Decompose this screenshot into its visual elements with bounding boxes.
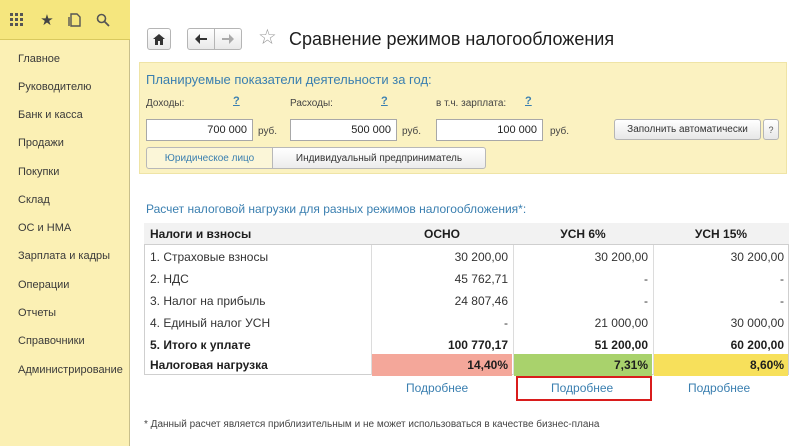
cell-usn15: -	[780, 294, 784, 308]
sidebar-item-bank[interactable]: Банк и касса	[18, 109, 83, 121]
sidebar-item-assets[interactable]: ОС и НМА	[18, 222, 71, 234]
cell-osno: 30 200,00	[454, 250, 508, 264]
grid-icon[interactable]	[7, 10, 27, 30]
table-row: 1. Страховые взносы 30 200,00 30 200,00 …	[144, 246, 789, 268]
highlight-box	[516, 376, 652, 401]
star-icon[interactable]: ★	[37, 10, 57, 30]
sidebar-item-directories[interactable]: Справочники	[18, 335, 85, 347]
cell-osno: 100 770,17	[447, 338, 508, 352]
expenses-label: Расходы:	[290, 98, 333, 109]
table-row: 4. Единый налог УСН - 21 000,00 30 000,0…	[144, 312, 789, 334]
expenses-unit: руб.	[402, 126, 422, 137]
search-icon[interactable]	[93, 10, 113, 30]
expenses-help-link[interactable]: ?	[381, 95, 388, 107]
back-button[interactable]	[187, 28, 215, 50]
income-help-link[interactable]: ?	[233, 95, 240, 107]
row-label: 1. Страховые взносы	[150, 250, 269, 264]
fill-help-button[interactable]: ?	[763, 119, 779, 140]
details-link-osno[interactable]: Подробнее	[406, 381, 468, 395]
table-header-row: Налоги и взносы ОСНО УСН 6% УСН 15%	[144, 223, 789, 245]
home-icon	[153, 33, 165, 45]
column-header-usn6: УСН 6%	[560, 227, 606, 241]
sidebar-item-reports[interactable]: Отчеты	[18, 307, 56, 319]
sidebar-item-sales[interactable]: Продажи	[18, 137, 64, 149]
params-title: Планируемые показатели деятельности за г…	[146, 72, 432, 87]
column-header-usn15: УСН 15%	[694, 227, 748, 241]
sidebar-item-manager[interactable]: Руководителю	[18, 81, 91, 93]
salary-help-link[interactable]: ?	[525, 95, 532, 107]
cell-usn6: -	[644, 272, 648, 286]
salary-label: в т.ч. зарплата:	[436, 98, 507, 109]
forward-button[interactable]	[214, 28, 242, 50]
total-row: 5. Итого к уплате 100 770,17 51 200,00 6…	[144, 334, 789, 356]
table-row: 2. НДС 45 762,71 - -	[144, 268, 789, 290]
tab-legal-entity[interactable]: Юридическое лицо	[146, 147, 273, 169]
cell-usn6: 30 200,00	[594, 250, 648, 264]
tax-burden-label: Налоговая нагрузка	[150, 358, 268, 372]
row-label: 2. НДС	[150, 272, 189, 286]
income-field[interactable]: 700 000	[146, 119, 253, 141]
column-header-osno: ОСНО	[424, 227, 460, 241]
home-button[interactable]	[147, 28, 171, 50]
tax-burden-row: Налоговая нагрузка 14,40% 7,31% 8,60%	[144, 354, 789, 376]
footnote: * Данный расчет является приблизительным…	[144, 419, 600, 430]
fill-automatically-button[interactable]: Заполнить автоматически	[614, 119, 761, 140]
salary-field[interactable]: 100 000	[436, 119, 543, 141]
sidebar-toolbar: ★	[0, 0, 130, 40]
tax-burden-osno: 14,40%	[372, 354, 512, 376]
tax-burden-usn6: 7,31%	[514, 354, 652, 376]
main-content: ☆ Сравнение режимов налогообложения План…	[131, 0, 800, 446]
cell-usn15: 30 200,00	[730, 250, 784, 264]
sidebar-item-purchases[interactable]: Покупки	[18, 166, 59, 178]
row-label: 4. Единый налог УСН	[150, 316, 271, 330]
sidebar-item-payroll[interactable]: Зарплата и кадры	[18, 250, 110, 262]
column-header-taxes: Налоги и взносы	[150, 227, 252, 241]
cell-usn6: 21 000,00	[594, 316, 648, 330]
sidebar-item-warehouse[interactable]: Склад	[18, 194, 50, 206]
sidebar-item-administration[interactable]: Администрирование	[18, 364, 123, 376]
row-label: 3. Налог на прибыль	[150, 294, 266, 308]
income-unit: руб.	[258, 126, 278, 137]
arrow-right-icon	[222, 34, 234, 44]
table-row: 3. Налог на прибыль 24 807,46 - -	[144, 290, 789, 312]
sidebar-item-main[interactable]: Главное	[18, 53, 60, 65]
cell-usn15: 60 200,00	[730, 338, 784, 352]
cell-usn15: 30 000,00	[730, 316, 784, 330]
arrow-left-icon	[195, 34, 207, 44]
sidebar-item-operations[interactable]: Операции	[18, 279, 69, 291]
calc-title: Расчет налоговой нагрузки для разных реж…	[146, 202, 527, 216]
cell-usn6: -	[644, 294, 648, 308]
cell-osno: 45 762,71	[454, 272, 508, 286]
expenses-field[interactable]: 500 000	[290, 119, 397, 141]
page-title: Сравнение режимов налогообложения	[289, 29, 615, 49]
income-label: Доходы:	[146, 98, 185, 109]
details-link-usn15[interactable]: Подробнее	[688, 381, 750, 395]
tax-burden-usn15: 8,60%	[654, 354, 788, 376]
star-outline-icon[interactable]: ☆	[258, 25, 277, 50]
tax-comparison-table: Налоги и взносы ОСНО УСН 6% УСН 15% 1. С…	[144, 223, 789, 403]
sections-sidebar: ★ Главное Руководителю Банк и касса Прод…	[0, 0, 130, 446]
cell-usn15: -	[780, 272, 784, 286]
salary-unit: руб.	[550, 126, 570, 137]
row-label: 5. Итого к уплате	[150, 338, 251, 352]
tab-individual-entrepreneur[interactable]: Индивидуальный предприниматель	[272, 147, 486, 169]
cell-osno: 24 807,46	[454, 294, 508, 308]
cell-usn6: 51 200,00	[594, 338, 648, 352]
cell-osno: -	[504, 316, 508, 330]
history-icon[interactable]	[65, 10, 85, 30]
